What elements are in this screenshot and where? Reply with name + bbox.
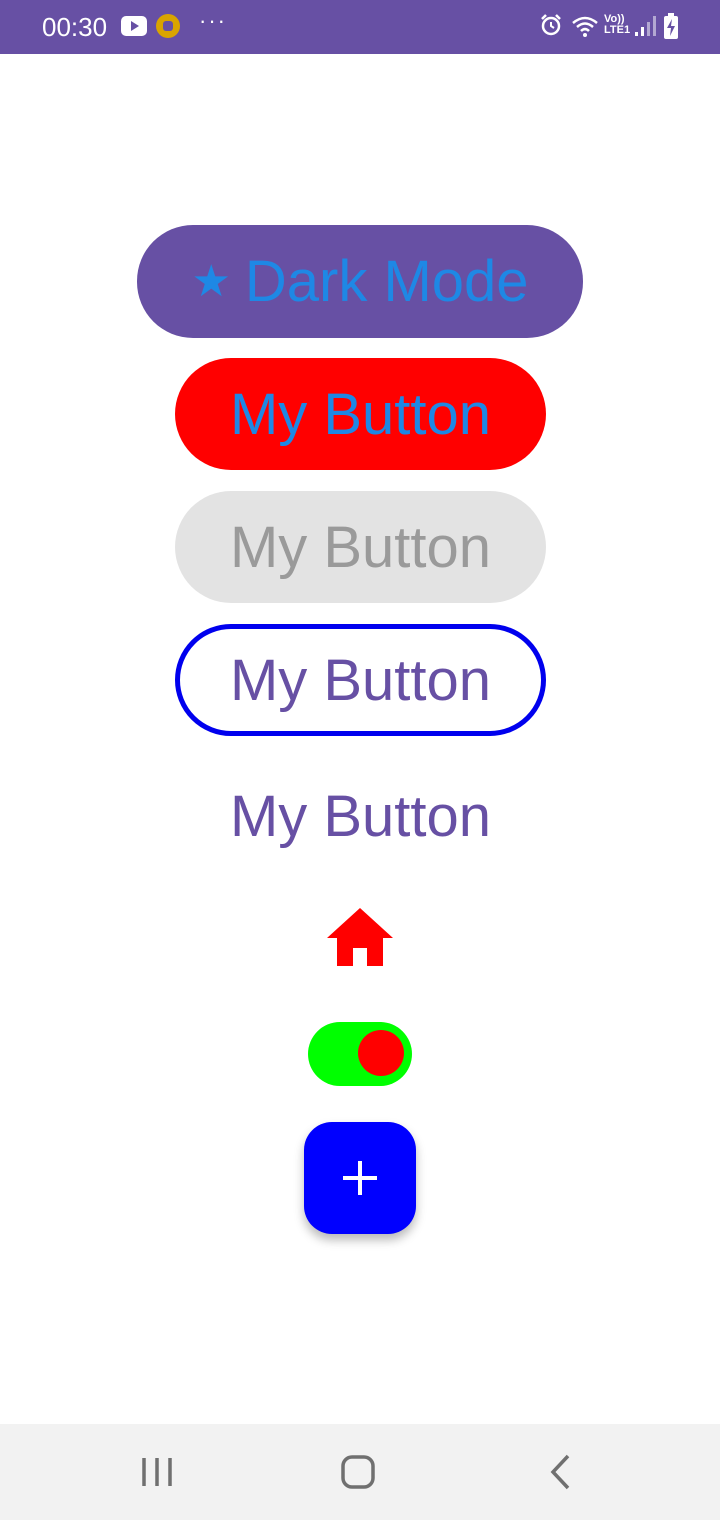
home-icon[interactable] [325,906,395,968]
text-button[interactable]: My Button [175,760,546,872]
disabled-button-label: My Button [229,514,492,580]
text-button-label: My Button [229,783,492,849]
coin-app-icon [156,14,180,38]
red-button-label: My Button [229,381,492,447]
status-time: 00:30 [42,12,108,42]
outlined-button-label: My Button [229,647,492,713]
toggle-switch[interactable] [308,1022,412,1086]
wifi-icon [572,16,598,37]
alarm-icon [541,14,561,36]
add-icon [343,1161,377,1195]
network-type-label: Vo)) LTE1 [604,14,630,36]
toggle-thumb [358,1030,404,1076]
star-icon: ★ [191,257,231,306]
outlined-button[interactable]: My Button [175,624,546,736]
add-fab-button[interactable] [304,1122,416,1234]
lte-label: LTE1 [604,24,631,36]
navigation-bar [0,1424,720,1520]
back-icon[interactable] [545,1452,575,1492]
signal-icon [635,16,656,36]
home-nav-icon[interactable] [338,1452,378,1492]
dark-mode-label: Dark Mode [244,249,529,314]
recent-apps-icon[interactable] [138,1454,176,1490]
more-notifications-indicator: ··· [199,8,227,33]
dark-mode-button[interactable]: ★ Dark Mode [137,225,583,338]
red-filled-button[interactable]: My Button [175,358,546,470]
youtube-icon [121,16,147,36]
disabled-button: My Button [175,491,546,603]
status-bar: 00:30 ··· Vo)) LTE1 [0,0,720,54]
battery-charging-icon [664,13,678,39]
